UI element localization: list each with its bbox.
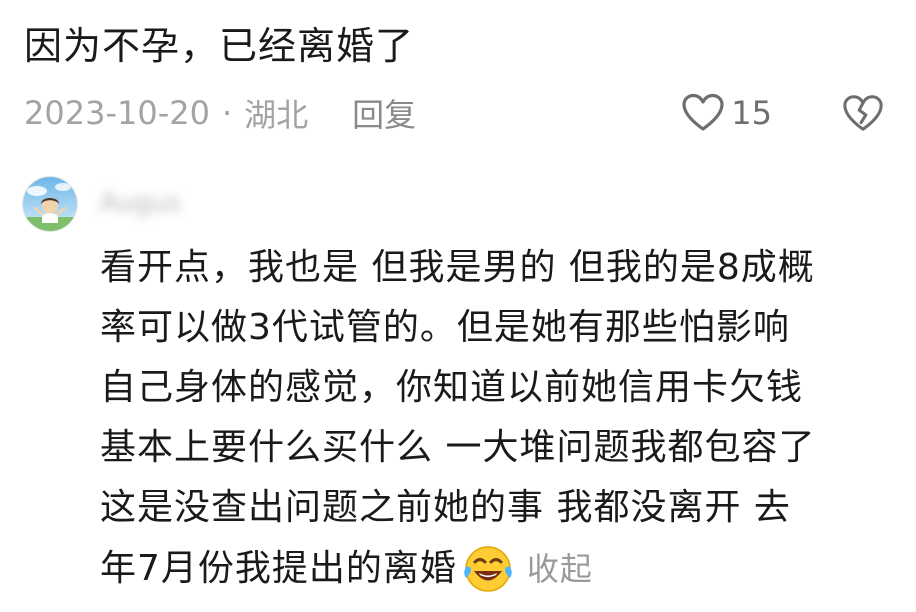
collapse-button[interactable]: 收起 <box>527 550 593 588</box>
comment-date: 2023-10-20 <box>24 94 210 132</box>
user-avatar[interactable] <box>22 176 78 232</box>
top-comment-text: 因为不孕，已经离婚了 <box>24 24 415 68</box>
comment-location: 湖北 <box>244 96 309 134</box>
reply-line: 看开点，我也是 但我是男的 但我的是8成概 <box>100 247 815 288</box>
reply-line: 基本上要什么买什么 一大堆问题我都包容了 <box>100 427 816 468</box>
reply-button[interactable]: 回复 <box>352 90 416 136</box>
top-comment-meta: 2023-10-20 · 湖北 回复 15 <box>24 88 894 138</box>
reply-line: 年7月份我提出的离婚 <box>100 548 457 589</box>
meta-separator: · <box>221 94 233 132</box>
reply-last-line: 年7月份我提出的离婚 收起 <box>100 538 900 598</box>
like-button[interactable]: 15 <box>681 88 772 138</box>
like-count: 15 <box>731 94 772 132</box>
username[interactable]: Augus <box>100 188 181 220</box>
reply-line: 率可以做3代试管的。但是她有那些怕影响 <box>100 307 790 348</box>
broken-heart-icon[interactable] <box>842 92 884 134</box>
laughing-tears-emoji <box>464 546 512 592</box>
heart-outline-icon <box>682 93 724 131</box>
avatar-image <box>23 177 77 231</box>
reply-line: 自己身体的感觉，你知道以前她信用卡欠钱 <box>100 367 804 408</box>
reply-text: 看开点，我也是 但我是男的 但我的是8成概 率可以做3代试管的。但是她有那些怕影… <box>100 238 900 598</box>
reply-line: 这是没查出问题之前她的事 我都没离开 去 <box>100 487 791 528</box>
